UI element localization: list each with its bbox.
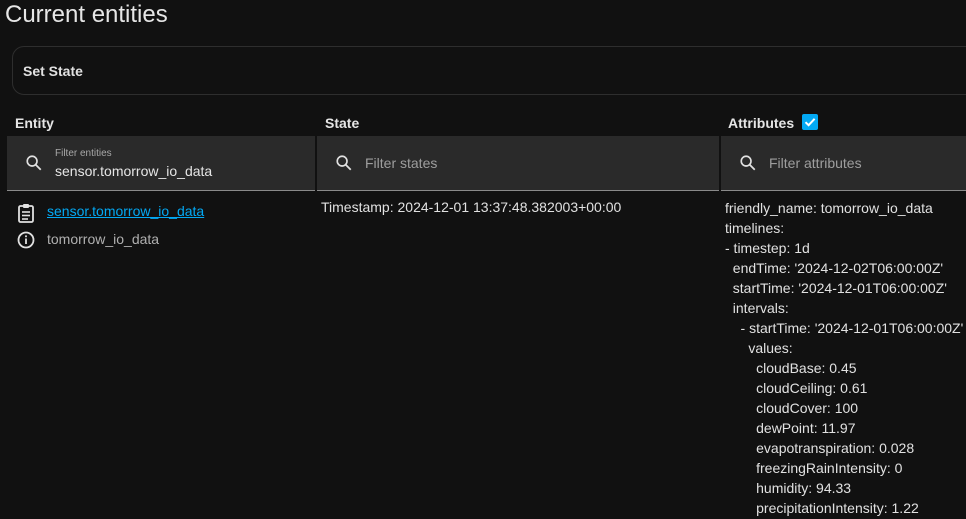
attributes-column-header: Attributes — [728, 115, 795, 131]
search-icon — [740, 155, 756, 171]
attribute-line: values: — [725, 340, 793, 356]
attribute-line: - startTime: '2024-12-01T06:00:00Z' — [725, 320, 964, 336]
attribute-line: intervals: — [725, 300, 789, 316]
attribute-line: cloudCeiling: 0.61 — [725, 380, 868, 396]
information-outline-icon[interactable] — [17, 231, 35, 249]
page-title: Current entities — [5, 1, 168, 28]
clipboard-list-icon[interactable] — [17, 203, 35, 223]
set-state-label: Set State — [23, 63, 83, 79]
attribute-line: startTime: '2024-12-01T06:00:00Z' — [725, 280, 947, 296]
attributes-list: friendly_name: tomorrow_io_data timeline… — [725, 199, 963, 519]
filter-entities-label: Filter entities — [55, 148, 112, 159]
entity-column-header: Entity — [15, 115, 54, 131]
filter-attributes-field[interactable]: Filter attributes — [721, 136, 966, 191]
attribute-line: cloudCover: 100 — [725, 400, 859, 416]
entity-id-link[interactable]: sensor.tomorrow_io_data — [47, 203, 204, 219]
filter-states-field[interactable]: Filter states — [317, 136, 719, 191]
attribute-line: - timestep: 1d — [725, 240, 810, 256]
attribute-line: friendly_name: tomorrow_io_data — [725, 200, 933, 216]
filter-states-placeholder: Filter states — [365, 155, 438, 171]
attribute-line: timelines: — [725, 220, 785, 236]
filter-entities-value: sensor.tomorrow_io_data — [55, 163, 213, 179]
search-icon — [336, 155, 352, 171]
attributes-checkbox[interactable] — [802, 114, 818, 130]
state-column-header: State — [325, 115, 360, 131]
attribute-line: precipitationIntensity: 1.22 — [725, 500, 919, 516]
search-icon — [26, 155, 42, 171]
set-state-panel[interactable]: Set State — [12, 46, 966, 95]
attribute-line: dewPoint: 11.97 — [725, 420, 856, 436]
attribute-line: humidity: 94.33 — [725, 480, 852, 496]
attribute-line: endTime: '2024-12-02T06:00:00Z' — [725, 260, 944, 276]
filter-entities-field[interactable]: Filter entities sensor.tomorrow_io_data — [7, 136, 315, 191]
entity-friendly-name: tomorrow_io_data — [47, 231, 160, 247]
filter-attributes-placeholder: Filter attributes — [769, 155, 862, 171]
attribute-line: freezingRainIntensity: 0 — [725, 460, 903, 476]
state-value: Timestamp: 2024-12-01 13:37:48.382003+00… — [321, 199, 622, 215]
attribute-line: cloudBase: 0.45 — [725, 360, 857, 376]
check-icon — [804, 118, 816, 127]
attribute-line: evapotranspiration: 0.028 — [725, 440, 915, 456]
